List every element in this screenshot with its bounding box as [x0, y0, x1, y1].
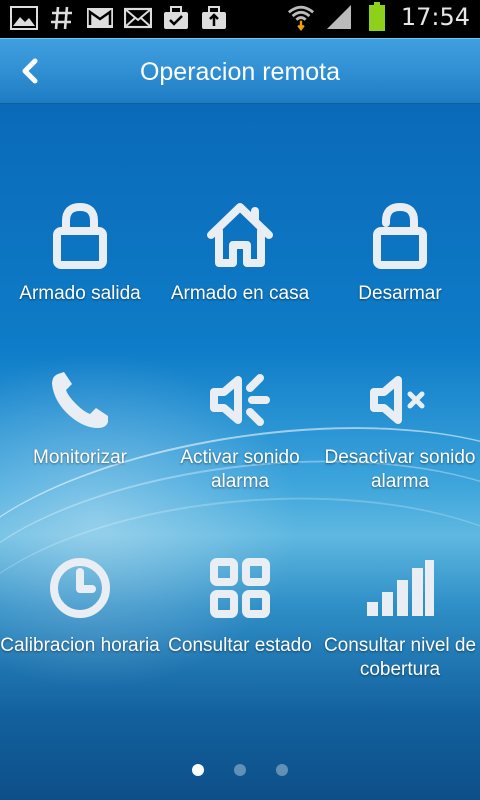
page-dot-3[interactable]	[276, 764, 288, 776]
clock-icon	[40, 548, 120, 628]
home-icon	[200, 196, 280, 276]
clock-time: 17:54	[400, 3, 470, 31]
consultar-estado-button[interactable]: Consultar estado	[160, 548, 320, 658]
grid-icon	[200, 548, 280, 628]
consultar-nivel-cobertura-button[interactable]: Consultar nivel de cobertura	[320, 548, 480, 682]
main-area: Armado salida Armado en casa Desarmar Mo…	[0, 104, 480, 800]
desactivar-sonido-alarma-label: Desactivar sonido alarma	[324, 447, 476, 492]
hash-icon	[48, 4, 76, 32]
action-grid: Armado salida Armado en casa Desarmar Mo…	[0, 104, 480, 744]
desarmar-button[interactable]: Desarmar	[320, 196, 480, 306]
activar-sonido-alarma-button[interactable]: Activar sonido alarma	[160, 360, 320, 494]
desactivar-sonido-alarma-button[interactable]: Desactivar sonido alarma	[320, 360, 480, 494]
page-dot-1[interactable]	[192, 764, 204, 776]
consultar-estado-label: Consultar estado	[168, 635, 312, 656]
armado-salida-button[interactable]: Armado salida	[0, 196, 160, 306]
status-bar: 17:54	[0, 0, 480, 38]
phone-icon	[40, 360, 120, 440]
page-title: Operacion remota	[139, 58, 341, 86]
gallery-icon	[10, 4, 38, 32]
volume-on-icon	[200, 360, 280, 440]
monitorizar-label: Monitorizar	[33, 447, 127, 468]
gmail-icon	[86, 4, 114, 32]
battery-icon	[363, 2, 391, 31]
mail-icon	[124, 4, 152, 32]
calibracion-horaria-button[interactable]: Calibracion horaria	[0, 548, 160, 658]
lock-icon	[40, 196, 120, 276]
signal-icon	[325, 3, 353, 31]
activar-sonido-alarma-label: Activar sonido alarma	[180, 447, 300, 492]
unlock-icon	[360, 196, 440, 276]
armado-salida-label: Armado salida	[19, 283, 141, 304]
wifi-icon	[287, 3, 315, 31]
coverage-bars-icon	[360, 548, 440, 628]
title-bar: Operacion remota	[0, 38, 480, 104]
calibracion-horaria-label: Calibracion horaria	[0, 635, 160, 656]
desarmar-label: Desarmar	[358, 283, 442, 304]
volume-mute-icon	[360, 360, 440, 440]
page-indicator	[0, 764, 480, 776]
page-dot-2[interactable]	[234, 764, 246, 776]
briefcase-upload-icon	[200, 4, 228, 32]
armado-en-casa-label: Armado en casa	[170, 283, 310, 304]
consultar-nivel-cobertura-label: Consultar nivel de cobertura	[323, 635, 477, 680]
briefcase-check-icon	[162, 4, 190, 32]
armado-en-casa-button[interactable]: Armado en casa	[160, 196, 320, 306]
monitorizar-button[interactable]: Monitorizar	[0, 360, 160, 470]
